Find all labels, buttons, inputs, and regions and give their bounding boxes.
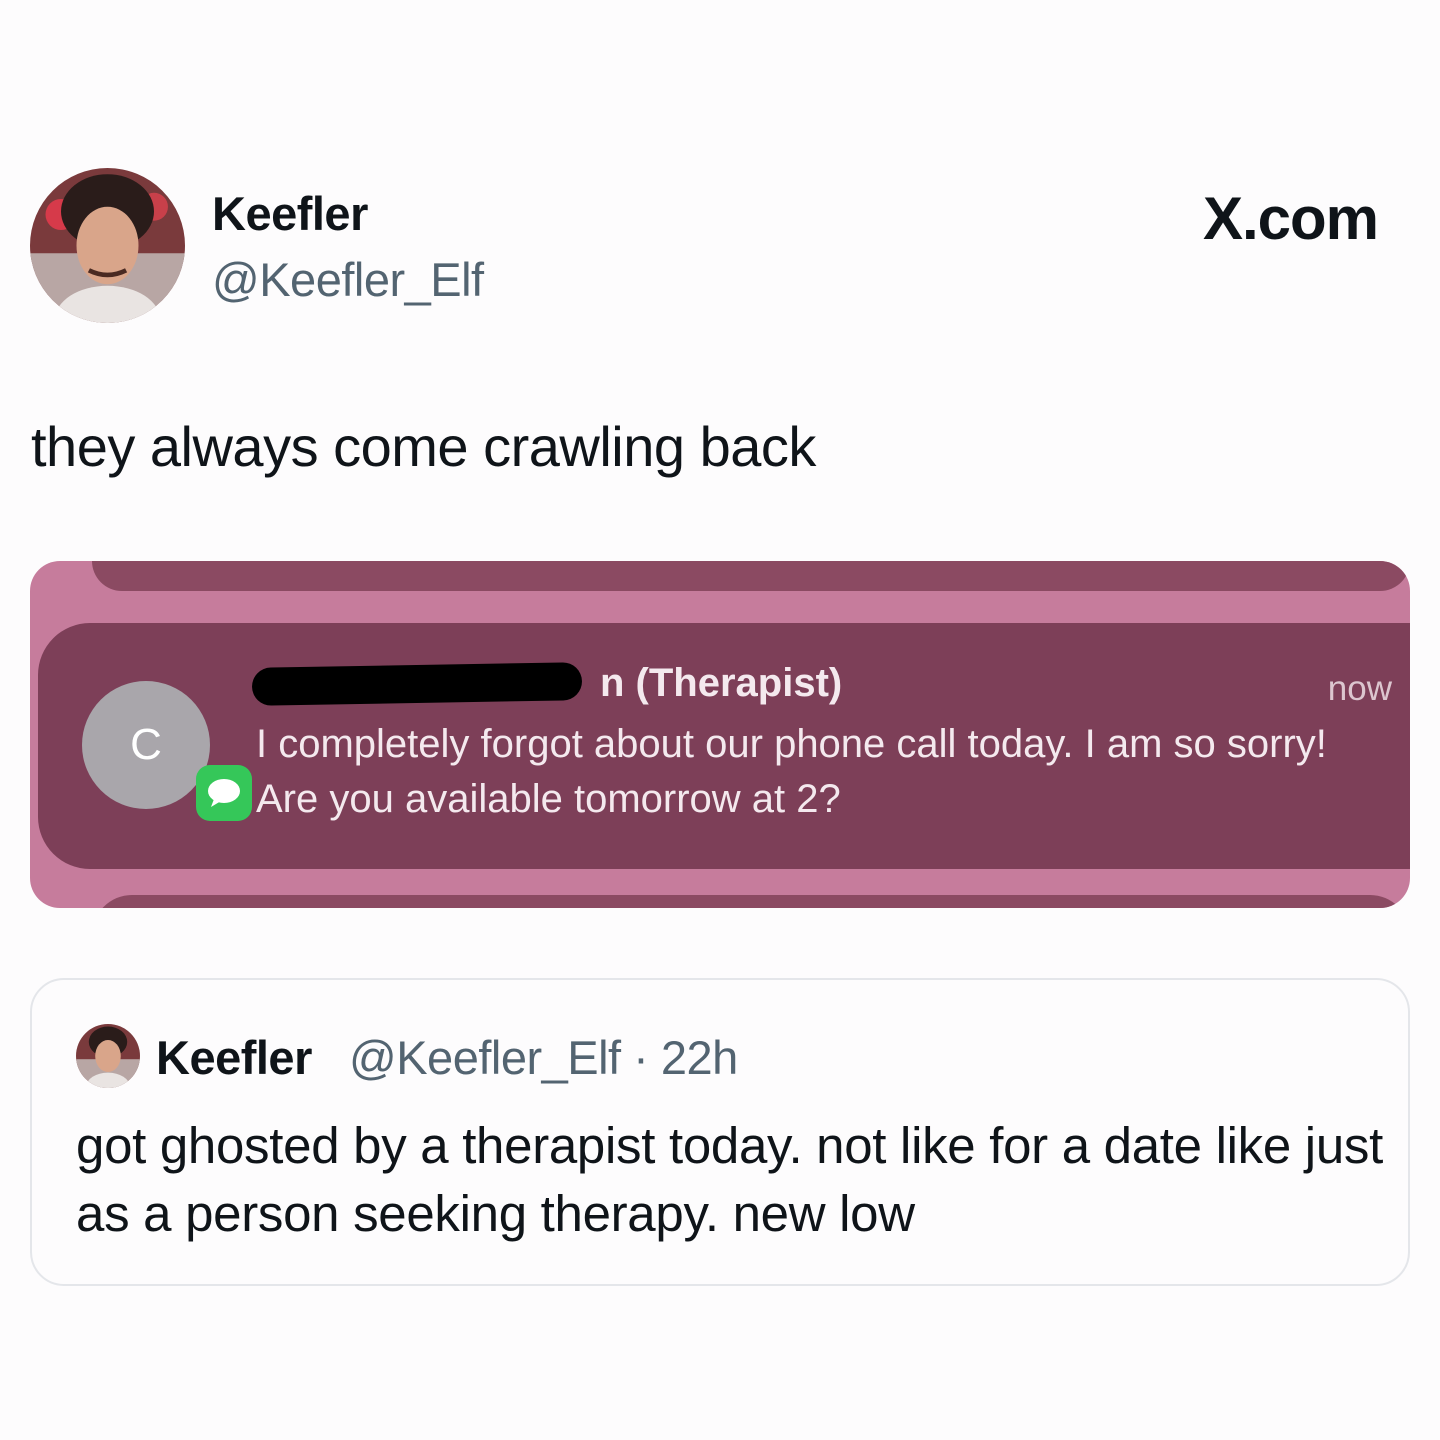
- brand-logo: X.com: [1202, 185, 1379, 252]
- notification-stack-card-bottom: [92, 895, 1410, 908]
- redacted-sender-name: [251, 662, 583, 706]
- notification-time: now: [1327, 669, 1392, 708]
- quoted-post-text: got ghosted by a therapist today. not li…: [76, 1117, 1383, 1242]
- notification-sender: n (Therapist): [600, 661, 843, 705]
- notification-body: I completely forgot about our phone call…: [256, 722, 1327, 821]
- contact-avatar: C: [82, 681, 210, 809]
- quoted-author-name[interactable]: Keefler: [156, 1030, 312, 1085]
- quoted-author-meta[interactable]: @Keefler_Elf · 22h: [349, 1030, 738, 1085]
- messages-icon: [196, 765, 252, 821]
- profile-photo-avatar-icon: [76, 1024, 140, 1088]
- author-avatar[interactable]: [30, 168, 185, 323]
- notification-screenshot[interactable]: C n (Therapist) now I completely forgot …: [30, 561, 1410, 908]
- author-handle[interactable]: @Keefler_Elf: [212, 252, 484, 307]
- notification-stack-card-top: [92, 561, 1410, 591]
- quoted-author-avatar[interactable]: [76, 1024, 140, 1088]
- profile-photo-avatar-icon: [30, 168, 185, 323]
- author-name[interactable]: Keefler: [212, 186, 368, 241]
- post-text: they always come crawling back: [31, 415, 816, 478]
- quoted-post[interactable]: Keefler @Keefler_Elf · 22h got ghosted b…: [30, 978, 1410, 1286]
